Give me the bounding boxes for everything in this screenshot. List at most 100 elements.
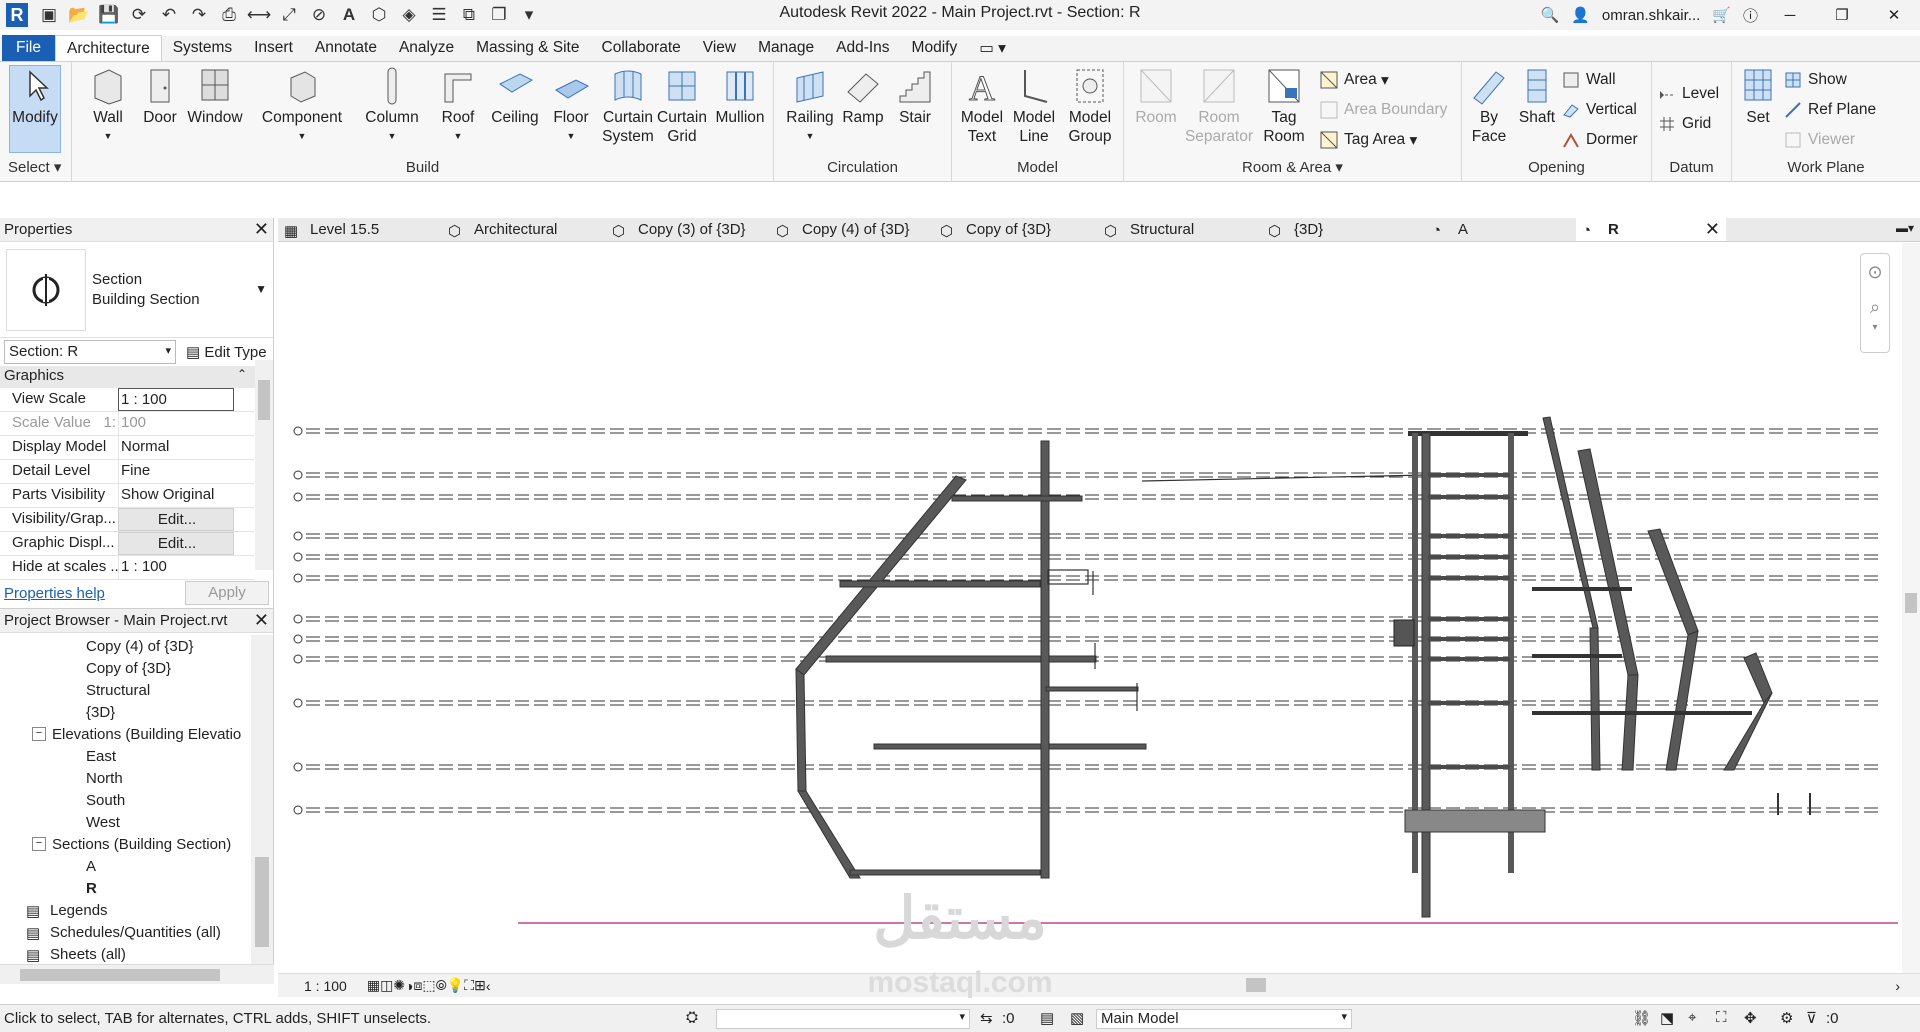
- 3d-view-icon[interactable]: ⬡: [366, 2, 392, 28]
- model-group-button[interactable]: Model Group: [1060, 66, 1120, 146]
- minimize-button[interactable]: ─: [1770, 7, 1810, 24]
- user-name[interactable]: omran.shkair...: [1602, 7, 1700, 24]
- level-line[interactable]: [293, 470, 1878, 480]
- browser-item[interactable]: North: [0, 767, 252, 789]
- select-by-face-icon[interactable]: ⛶: [1716, 1009, 1727, 1026]
- browser-item[interactable]: ▤ Sheets (all): [0, 943, 252, 965]
- browser-item[interactable]: − Elevations (Building Elevatio: [0, 723, 252, 745]
- floor-button[interactable]: Floor ▼: [542, 66, 600, 146]
- design-options-icon[interactable]: ▤: [1040, 1009, 1054, 1027]
- workset-select[interactable]: ▾: [716, 1009, 970, 1029]
- tab-view[interactable]: View: [692, 35, 747, 61]
- component-button[interactable]: Component ▼: [252, 66, 352, 146]
- horizontal-scrollbar-thumb[interactable]: [1246, 978, 1266, 992]
- browser-item[interactable]: A: [0, 855, 252, 877]
- undo-icon[interactable]: ↶: [156, 2, 182, 28]
- revit-logo-icon[interactable]: R: [6, 3, 28, 27]
- close-hidden-icon[interactable]: ⧉: [456, 2, 482, 28]
- tabs-menu-icon[interactable]: ▬▾: [1896, 221, 1914, 235]
- view-tab-architectural[interactable]: ⬡ Architectural: [442, 218, 606, 241]
- floor-slab[interactable]: [1428, 617, 1510, 621]
- type-selector[interactable]: Section Building Section ▼: [0, 242, 273, 338]
- steering-wheel-icon[interactable]: ⊙: [1861, 262, 1889, 283]
- section-icon[interactable]: ◈: [396, 2, 422, 28]
- properties-help-link[interactable]: Properties help: [4, 585, 105, 602]
- select-underlay-icon[interactable]: ⬔: [1660, 1009, 1674, 1027]
- open-icon[interactable]: 📂: [66, 2, 92, 28]
- level-line[interactable]: [293, 698, 1878, 708]
- browser-item[interactable]: East: [0, 745, 252, 767]
- drag-elements-icon[interactable]: ✥: [1744, 1009, 1757, 1027]
- level-line[interactable]: [293, 552, 1878, 562]
- apply-button[interactable]: Apply: [185, 581, 269, 605]
- floor-slab[interactable]: [1428, 555, 1510, 559]
- level-line[interactable]: [293, 531, 1878, 541]
- tab-collaborate[interactable]: Collaborate: [591, 35, 692, 61]
- aligned-dimension-icon[interactable]: ⤢: [276, 2, 302, 28]
- reveal-hidden-icon[interactable]: 💡: [447, 977, 464, 994]
- level-line[interactable]: [293, 762, 1878, 772]
- collapse-toggle-icon[interactable]: −: [32, 837, 46, 851]
- ribbon-minimize-toggle[interactable]: ▭ ▾: [968, 35, 1017, 61]
- save-icon[interactable]: 💾: [96, 2, 122, 28]
- tab-modify[interactable]: Modify: [901, 35, 969, 61]
- floor-slab[interactable]: [1428, 534, 1510, 538]
- level-line[interactable]: [293, 426, 1878, 436]
- detail-level-icon[interactable]: ▦: [367, 977, 380, 994]
- wall-opening-button[interactable]: Wall: [1562, 68, 1616, 92]
- parts-visibility-select[interactable]: Show Original: [118, 484, 234, 507]
- level-line[interactable]: [293, 573, 1878, 583]
- hide-at-scales-input[interactable]: 1 : 100: [118, 556, 234, 579]
- browser-item[interactable]: R: [0, 877, 252, 899]
- crop-view-icon[interactable]: ⧈: [414, 977, 423, 994]
- view-tab-structural[interactable]: ⬡ Structural: [1098, 218, 1262, 241]
- close-button[interactable]: ✕: [1874, 6, 1914, 24]
- browser-item[interactable]: ▤ Legends: [0, 899, 252, 921]
- curtain-system-button[interactable]: Curtain System: [600, 66, 656, 146]
- switch-windows-icon[interactable]: ❐: [486, 2, 512, 28]
- analytical-model-icon[interactable]: ⛶: [464, 977, 474, 994]
- view-scale-input[interactable]: 1 : 100: [118, 388, 234, 411]
- filter-icon[interactable]: ⊽: [1806, 1009, 1817, 1027]
- area-button[interactable]: Area ▾: [1320, 68, 1389, 92]
- scroll-left-icon[interactable]: ‹: [486, 978, 491, 994]
- mullion-button[interactable]: Mullion: [708, 66, 772, 127]
- floor-slab[interactable]: [1428, 495, 1510, 499]
- worksets-icon[interactable]: ⛭: [686, 1009, 698, 1026]
- modify-button[interactable]: Modify: [9, 65, 61, 153]
- tab-annotate[interactable]: Annotate: [304, 35, 388, 61]
- shadows-icon[interactable]: ◑: [405, 978, 413, 994]
- dormer-button[interactable]: Dormer: [1562, 128, 1638, 152]
- editing-requests-icon[interactable]: ⇆: [980, 1009, 993, 1027]
- browser-item[interactable]: West: [0, 811, 252, 833]
- close-icon[interactable]: ✕: [254, 610, 269, 631]
- section-drawing[interactable]: [278, 243, 1898, 973]
- room-separator-button[interactable]: Room Separator: [1182, 66, 1256, 146]
- close-icon[interactable]: ✕: [254, 219, 269, 240]
- redo-icon[interactable]: ↷: [186, 2, 212, 28]
- room-area-dropdown[interactable]: Room & Area ▾: [1124, 158, 1461, 176]
- browser-item[interactable]: Structural: [0, 679, 252, 701]
- restore-button[interactable]: ❐: [1822, 6, 1862, 24]
- select-dropdown[interactable]: Select ▾: [0, 158, 71, 176]
- user-icon[interactable]: 👤: [1571, 6, 1590, 24]
- tab-architecture[interactable]: Architecture: [54, 35, 162, 61]
- area-boundary-button[interactable]: Area Boundary: [1320, 98, 1447, 122]
- highlight-displacement-icon[interactable]: ⊞: [474, 977, 486, 994]
- select-pinned-icon[interactable]: ⌖: [1688, 1009, 1696, 1026]
- room-button[interactable]: Room: [1130, 66, 1182, 127]
- floor-slab[interactable]: [1428, 765, 1510, 769]
- tab-file[interactable]: File: [2, 35, 55, 61]
- window-button[interactable]: Window: [182, 66, 248, 127]
- view-scale-control[interactable]: 1 : 100: [304, 978, 347, 994]
- print-icon[interactable]: ⎙: [216, 2, 242, 28]
- chevron-down-icon[interactable]: ▾: [1861, 322, 1889, 333]
- floor-slab[interactable]: [1428, 657, 1510, 661]
- vertical-opening-button[interactable]: Vertical: [1562, 98, 1637, 122]
- scrollbar-thumb[interactable]: [20, 969, 220, 981]
- browser-vertical-scrollbar[interactable]: [251, 635, 273, 965]
- view-tab-copy-of-3d[interactable]: ⬡ Copy of {3D}: [934, 218, 1098, 241]
- tag-icon[interactable]: ⊘: [306, 2, 332, 28]
- browser-item[interactable]: ▤ Schedules/Quantities (all): [0, 921, 252, 943]
- sync-icon[interactable]: ⟳: [126, 2, 152, 28]
